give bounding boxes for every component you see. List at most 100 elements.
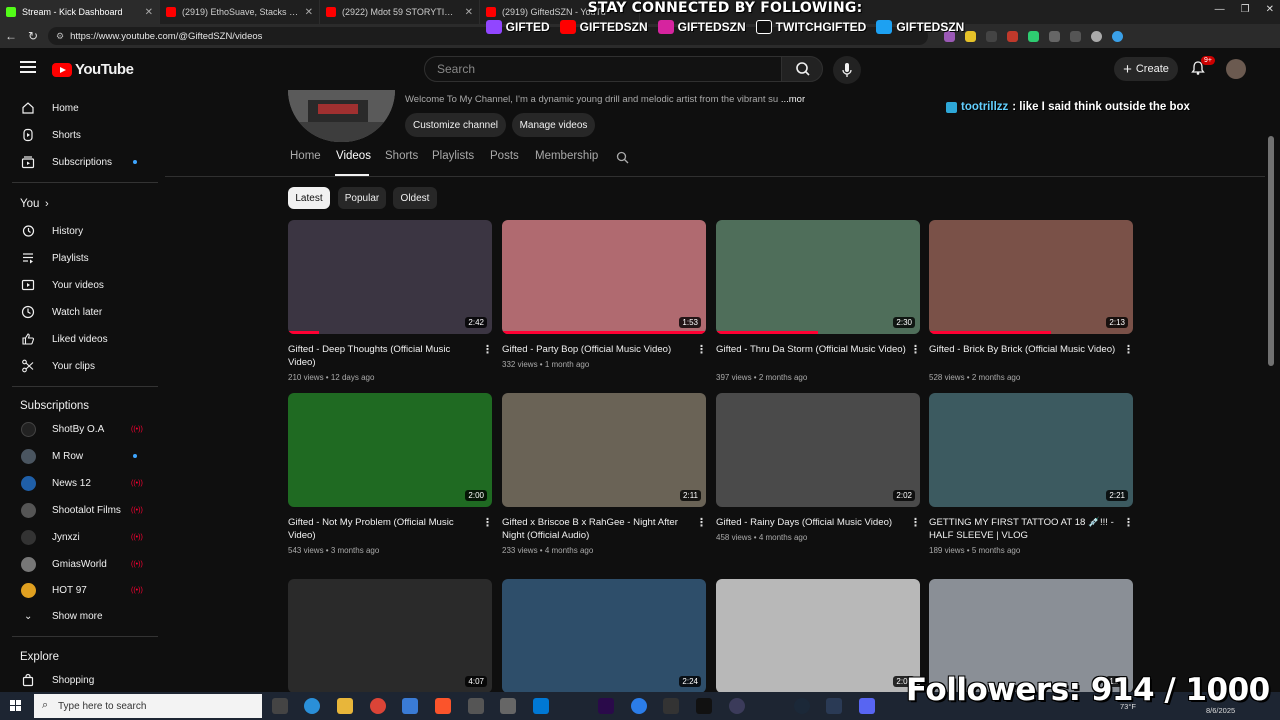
brave-icon[interactable] — [435, 698, 451, 714]
maximize-icon[interactable]: ❐ — [1241, 4, 1250, 15]
tab-playlists[interactable]: Playlists — [432, 150, 474, 162]
app-icon[interactable] — [500, 698, 516, 714]
channel-description[interactable]: Welcome To My Channel, I'm a dynamic you… — [405, 94, 805, 105]
edge-icon[interactable] — [304, 698, 320, 714]
video-thumbnail[interactable]: 2:00 — [288, 393, 492, 507]
tab-membership[interactable]: Membership — [535, 150, 598, 162]
video-title[interactable]: Gifted x Briscoe B x RahGee - Night Afte… — [502, 516, 692, 542]
chip-oldest[interactable]: Oldest — [393, 187, 437, 209]
customize-channel-button[interactable]: Customize channel — [405, 113, 506, 137]
file-explorer-icon[interactable] — [337, 698, 353, 714]
task-view-icon[interactable] — [272, 698, 288, 714]
more-options-icon[interactable]: ⋮ — [910, 516, 921, 529]
sidebar-item-playlists[interactable]: Playlists — [0, 245, 158, 271]
sidebar-item-liked-videos[interactable]: Liked videos — [0, 326, 158, 352]
subscription-item[interactable]: Jynxzi ((•)) — [0, 524, 158, 550]
video-title[interactable]: Gifted - Rainy Days (Official Music Vide… — [716, 516, 906, 529]
sidebar-you-heading[interactable]: You › — [0, 191, 158, 217]
tab-shorts[interactable]: Shorts — [385, 150, 418, 162]
sidebar-item-your-clips[interactable]: Your clips — [0, 353, 158, 379]
search-button[interactable] — [781, 56, 823, 82]
refresh-icon[interactable]: ↻ — [22, 29, 44, 43]
extension-icon[interactable] — [965, 30, 976, 42]
more-options-icon[interactable]: ⋮ — [482, 516, 493, 529]
sidebar-item-history[interactable]: History — [0, 218, 158, 244]
sidebar-item-subscriptions[interactable]: Subscriptions — [0, 149, 158, 175]
video-title[interactable]: Gifted - Brick By Brick (Official Music … — [929, 343, 1119, 356]
subscription-item[interactable]: News 12 ((•)) — [0, 470, 158, 496]
manage-videos-button[interactable]: Manage videos — [512, 113, 595, 137]
video-title[interactable]: Gifted - Not My Problem (Official Music … — [288, 516, 478, 542]
4k-downloader-icon[interactable] — [826, 698, 842, 714]
favorites-icon[interactable] — [1070, 30, 1081, 42]
profile-icon[interactable] — [1091, 30, 1102, 42]
video-title[interactable]: GETTING MY FIRST TATTOO AT 18 💉!!! - HAL… — [929, 516, 1119, 542]
subscription-item[interactable]: GmiasWorld ((•)) — [0, 551, 158, 577]
video-title[interactable]: Gifted - Deep Thoughts (Official Music V… — [288, 343, 478, 369]
outlook-icon[interactable] — [533, 698, 549, 714]
video-thumbnail[interactable]: 2:11 — [502, 393, 706, 507]
premiere-icon[interactable] — [598, 698, 614, 714]
subscription-item[interactable]: Shootalot Films ((•)) — [0, 497, 158, 523]
video-title[interactable]: Gifted - Party Bop (Official Music Video… — [502, 343, 692, 356]
browser-tab[interactable]: (2922) Mdot 59 STORYTIME On B✕ — [320, 0, 480, 24]
sidebar-item-watch-later[interactable]: Watch later — [0, 299, 158, 325]
sidebar-item-home[interactable]: Home — [0, 95, 158, 121]
more-options-icon[interactable]: ⋮ — [482, 343, 493, 356]
account-avatar[interactable] — [1226, 59, 1246, 79]
create-button[interactable]: + Create — [1114, 57, 1178, 81]
extension-icon[interactable] — [986, 30, 997, 42]
more-options-icon[interactable]: ⋮ — [696, 343, 707, 356]
epic-games-icon[interactable] — [663, 698, 679, 714]
channel-avatar-large[interactable] — [288, 90, 395, 142]
video-thumbnail[interactable]: 4:07 — [288, 579, 492, 693]
obs-icon[interactable] — [729, 698, 745, 714]
more-options-icon[interactable]: ⋮ — [1123, 343, 1134, 356]
app-icon[interactable] — [402, 698, 418, 714]
sidebar-item-shorts[interactable]: Shorts — [0, 122, 158, 148]
video-title[interactable]: Gifted - Thru Da Storm (Official Music V… — [716, 343, 906, 356]
youtube-logo[interactable]: YouTube — [52, 61, 134, 78]
sidebar-item-shopping[interactable]: Shopping — [0, 667, 158, 693]
extension-icon[interactable] — [1007, 30, 1018, 42]
close-icon[interactable]: ✕ — [305, 7, 313, 18]
back-icon[interactable]: ← — [0, 29, 22, 43]
more-options-icon[interactable]: ⋮ — [1123, 516, 1134, 529]
video-thumbnail[interactable]: 2:03 — [716, 579, 920, 693]
minimize-icon[interactable]: — — [1215, 4, 1225, 15]
chip-popular[interactable]: Popular — [338, 187, 386, 209]
sidebar-item-your-videos[interactable]: Your videos — [0, 272, 158, 298]
more-options-icon[interactable]: ⋮ — [910, 343, 921, 356]
video-thumbnail[interactable]: 1:53 — [502, 220, 706, 334]
video-thumbnail[interactable]: 2:21 — [929, 393, 1133, 507]
extension-icon[interactable] — [1049, 30, 1060, 42]
tab-home[interactable]: Home — [290, 150, 321, 162]
video-thumbnail[interactable]: 2:13 — [929, 220, 1133, 334]
browser-tab[interactable]: (2919) EthoSuave, Stacks BW, Ch✕ — [160, 0, 320, 24]
page-scrollbar[interactable] — [1268, 136, 1274, 366]
video-thumbnail[interactable]: 2:42 — [288, 220, 492, 334]
channel-search-icon[interactable] — [616, 151, 629, 164]
voice-search-button[interactable] — [833, 56, 861, 84]
video-thumbnail[interactable]: 2:02 — [716, 393, 920, 507]
pubg-icon[interactable] — [468, 698, 484, 714]
windows-start-icon[interactable] — [10, 700, 22, 712]
close-icon[interactable]: ✕ — [145, 7, 153, 18]
menu-icon[interactable] — [20, 61, 36, 73]
taskbar-search-input[interactable]: ⌕ Type here to search — [34, 694, 262, 718]
video-thumbnail[interactable]: 2:30 — [716, 220, 920, 334]
close-icon[interactable]: ✕ — [465, 7, 473, 18]
chip-latest[interactable]: Latest — [288, 187, 330, 209]
more-link[interactable]: ...more — [781, 94, 805, 105]
browser-tab[interactable]: Stream - Kick Dashboard ✕ — [0, 0, 160, 24]
steam-icon[interactable] — [794, 698, 810, 714]
tiktok-icon[interactable] — [696, 698, 712, 714]
tab-videos[interactable]: Videos — [336, 150, 371, 162]
video-thumbnail[interactable]: 2:24 — [502, 579, 706, 693]
subscription-item[interactable]: HOT 97 ((•)) — [0, 577, 158, 603]
more-options-icon[interactable]: ⋮ — [696, 516, 707, 529]
chrome-icon[interactable] — [370, 698, 386, 714]
search-input[interactable]: Search — [424, 56, 782, 82]
tab-posts[interactable]: Posts — [490, 150, 519, 162]
discord-icon[interactable] — [859, 698, 875, 714]
